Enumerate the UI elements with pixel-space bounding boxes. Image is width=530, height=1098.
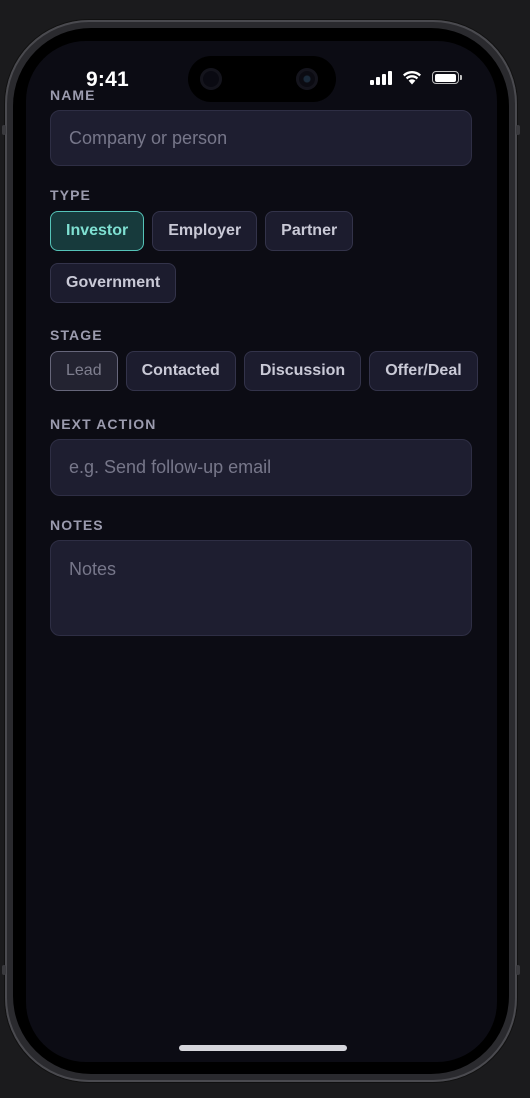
- type-chip-partner[interactable]: Partner: [265, 211, 354, 251]
- next-action-label: NEXT ACTION: [50, 416, 157, 432]
- type-chip-employer[interactable]: Employer: [152, 211, 258, 251]
- home-indicator[interactable]: [179, 1045, 347, 1051]
- side-button: [2, 965, 6, 975]
- status-icons: [370, 70, 462, 85]
- stage-chip-lead[interactable]: Lead: [50, 351, 118, 391]
- side-button: [2, 125, 6, 135]
- stage-chip-offer-deal[interactable]: Offer/Deal: [369, 351, 478, 391]
- sensor-icon: [296, 68, 318, 90]
- notes-textarea[interactable]: [50, 540, 472, 636]
- app-screen: NAME TYPE Investor Employer Partner Gove…: [26, 41, 497, 1062]
- stage-label: STAGE: [50, 327, 103, 343]
- type-chip-government[interactable]: Government: [50, 263, 177, 303]
- notes-label: NOTES: [50, 517, 104, 533]
- wifi-icon: [403, 70, 421, 85]
- type-chip-investor[interactable]: Investor: [50, 211, 145, 251]
- stage-chip-group: Lead Contacted Discussion Offer/Deal: [50, 351, 480, 391]
- cellular-signal-icon: [370, 70, 392, 85]
- name-input[interactable]: [50, 110, 472, 166]
- next-action-input[interactable]: [50, 439, 472, 496]
- type-chip-group: Investor Employer Partner Government: [50, 211, 480, 303]
- dynamic-island: [188, 56, 336, 102]
- camera-icon: [200, 68, 222, 90]
- type-label: TYPE: [50, 187, 91, 203]
- side-button: [516, 965, 520, 975]
- side-button: [516, 125, 520, 135]
- battery-icon: [432, 71, 462, 84]
- status-time: 9:41: [86, 68, 129, 91]
- stage-chip-discussion[interactable]: Discussion: [243, 351, 362, 391]
- stage-chip-contacted[interactable]: Contacted: [125, 351, 236, 391]
